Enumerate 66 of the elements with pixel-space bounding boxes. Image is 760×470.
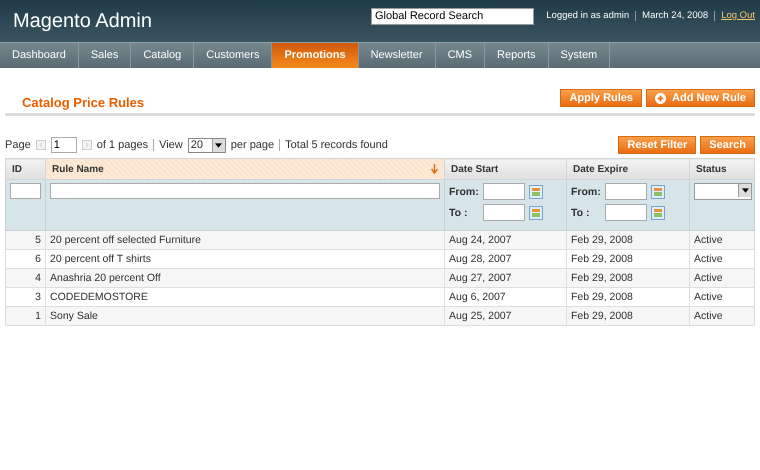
calendar-icon[interactable]: [651, 206, 665, 220]
nav-tab[interactable]: Reports: [485, 43, 549, 68]
table-cell: Sony Sale: [46, 306, 444, 326]
per-page-select[interactable]: 20: [188, 138, 226, 152]
date-label: From:: [449, 186, 479, 198]
page-label: Page: [5, 139, 31, 151]
nav-tab[interactable]: System: [548, 43, 610, 68]
date-text: March 24, 2008: [635, 11, 708, 21]
nav-tab[interactable]: Newsletter: [358, 43, 436, 68]
nav-tab[interactable]: Dashboard: [0, 43, 79, 68]
grid-button[interactable]: Reset Filter: [618, 136, 696, 154]
nav-tab[interactable]: Promotions: [272, 43, 359, 68]
date-field[interactable]: [483, 204, 525, 221]
table-cell: Feb 29, 2008: [566, 230, 690, 250]
table-cell: Active: [690, 306, 754, 326]
records-text: Total 5 records found: [279, 139, 388, 151]
table-cell: Feb 29, 2008: [566, 268, 690, 288]
grid-button[interactable]: Search: [700, 136, 755, 154]
table-cell: Aug 27, 2007: [444, 268, 566, 288]
status-select[interactable]: [694, 183, 752, 200]
page-field[interactable]: 1: [50, 137, 77, 153]
dropdown-icon: [742, 188, 748, 193]
column-header[interactable]: ID: [6, 158, 46, 180]
view-label: View: [153, 139, 183, 151]
per-page-label: per page: [230, 139, 274, 151]
user-text: Logged in as admin: [546, 11, 630, 21]
action-button[interactable]: Apply Rules: [560, 89, 642, 107]
filter-field[interactable]: [50, 183, 440, 199]
date-field[interactable]: [605, 183, 647, 200]
table-cell: Active: [690, 230, 754, 250]
table-cell: 20 percent off selected Furniture: [46, 230, 444, 250]
table-cell: Anashria 20 percent Off: [46, 268, 444, 288]
filter-field[interactable]: [10, 183, 41, 199]
logo-text: Magento Admin: [13, 10, 153, 32]
search-field[interactable]: Global Record Search: [371, 8, 534, 24]
column-header[interactable]: Rule Name: [46, 158, 444, 180]
column-header[interactable]: Date Start: [444, 158, 566, 180]
table-cell: Active: [690, 268, 754, 288]
previous-icon[interactable]: [36, 140, 46, 150]
dropdown-icon: [215, 142, 222, 148]
date-label: To :: [449, 206, 468, 218]
plus-icon: [655, 92, 666, 104]
date-label: To :: [571, 206, 590, 218]
date-field[interactable]: [605, 204, 647, 221]
nav-tab[interactable]: CMS: [436, 43, 486, 68]
next-icon[interactable]: [82, 140, 92, 150]
table-cell: 4: [6, 268, 46, 288]
logout-link[interactable]: Log Out: [714, 11, 755, 21]
date-label: From:: [571, 186, 601, 198]
date-field[interactable]: [483, 183, 525, 200]
table-cell: Aug 24, 2007: [444, 230, 566, 250]
table-cell: 1: [6, 306, 46, 326]
sort-arrow-icon: [431, 164, 438, 174]
calendar-icon[interactable]: [529, 184, 543, 198]
page-title: Catalog Price Rules: [22, 94, 144, 110]
table-cell: Aug 25, 2007: [444, 306, 566, 326]
column-header[interactable]: Date Expire: [566, 158, 690, 180]
table-cell: 5: [6, 230, 46, 250]
nav-tab[interactable]: Sales: [78, 43, 132, 68]
calendar-icon[interactable]: [529, 206, 543, 220]
action-button[interactable]: Add New Rule: [646, 89, 755, 107]
pages-text: of 1 pages: [96, 139, 148, 151]
column-header[interactable]: Status: [690, 158, 754, 180]
table-cell: Feb 29, 2008: [566, 306, 690, 326]
calendar-icon[interactable]: [651, 184, 665, 198]
nav-tab[interactable]: Catalog: [131, 43, 194, 68]
